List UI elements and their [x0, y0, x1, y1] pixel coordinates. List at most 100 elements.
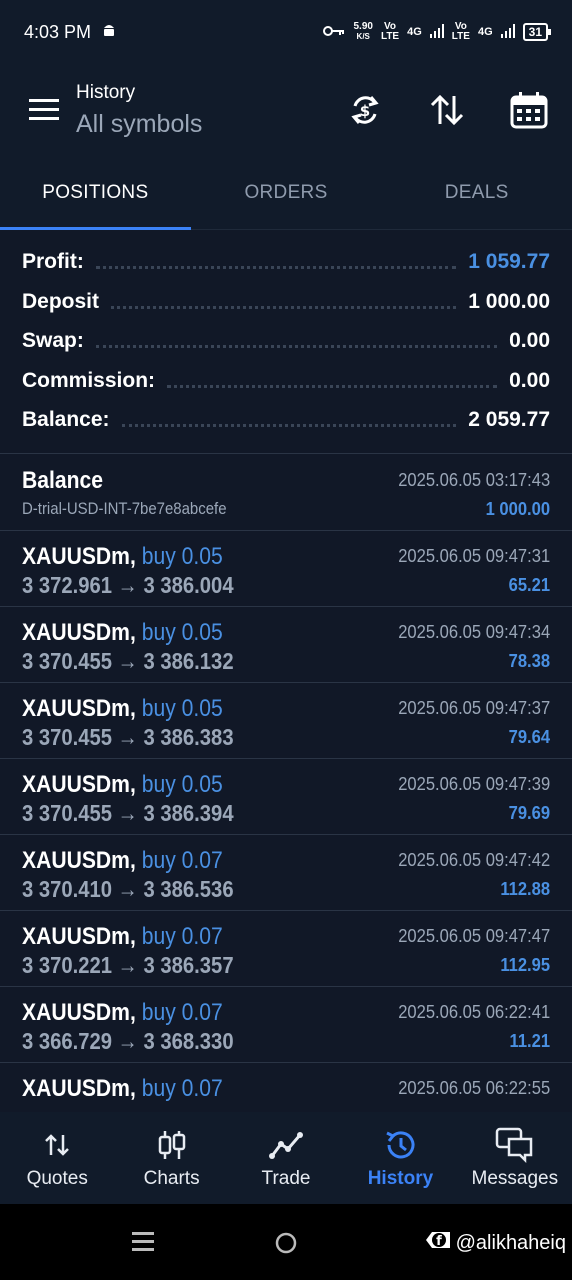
dotted-leader [95, 265, 457, 269]
tab-positions[interactable]: POSITIONS [0, 156, 191, 230]
row-symbol-line: XAUUSDm, buy 0.07 [22, 923, 223, 951]
symbol-selector[interactable]: All symbols [76, 110, 202, 139]
position-row[interactable]: XAUUSDm, buy 0.07 3 370.221 → 3 386.357 … [0, 911, 572, 987]
status-icons: 5.90 K/S Vo LTE 4G Vo LTE 4G 31 [323, 21, 552, 42]
deposit-value: 1 000.00 [468, 290, 550, 313]
row-profit: 65.21 [508, 575, 550, 595]
signal-icon [429, 23, 444, 41]
row-symbol-line: XAUUSDm, buy 0.07 [22, 999, 223, 1027]
charts-icon [157, 1126, 187, 1164]
nav-label: Trade [261, 1168, 311, 1189]
svg-text:$: $ [360, 102, 370, 120]
net-type-2: 4G [477, 26, 493, 38]
key-icon [323, 25, 345, 40]
system-navigation: f @alikhaheiq [0, 1204, 572, 1280]
commission-value: 0.00 [509, 369, 550, 392]
net-speed: 5.90 K/S [353, 21, 373, 42]
quotes-icon [43, 1126, 71, 1164]
balance-title: Balance [22, 467, 104, 494]
price-range: 3 366.729 → 3 368.330 [22, 1028, 234, 1054]
position-row[interactable]: XAUUSDm, buy 0.07 2025.06.05 06:22:55 [0, 1063, 572, 1110]
dotted-leader [167, 384, 498, 388]
row-time: 2025.06.05 09:47:34 [398, 622, 550, 642]
position-row[interactable]: XAUUSDm, buy 0.07 3 370.410 → 3 386.536 … [0, 835, 572, 911]
trade-type: buy 0.05 [141, 619, 223, 646]
row-time: 2025.06.05 09:47:39 [398, 774, 550, 794]
trade-type: buy 0.07 [141, 923, 223, 950]
bottom-navigation: Quotes Charts Trade History Messages [0, 1112, 572, 1204]
history-icon [383, 1126, 417, 1164]
row-symbol-line: XAUUSDm, buy 0.05 [22, 619, 223, 647]
row-symbol-line: XAUUSDm, buy 0.07 [22, 847, 223, 875]
dotted-leader [121, 423, 457, 427]
nav-label: Quotes [26, 1168, 88, 1189]
nav-charts[interactable]: Charts [114, 1112, 228, 1204]
position-row[interactable]: XAUUSDm, buy 0.05 3 370.455 → 3 386.383 … [0, 683, 572, 759]
recents-icon[interactable] [132, 1230, 154, 1259]
row-amount: 1 000.00 [485, 499, 550, 519]
trade-type: buy 0.05 [141, 771, 223, 798]
summary-swap-row: Swap: 0.00 [22, 321, 550, 361]
history-tabs: POSITIONS ORDERS DEALS [0, 156, 572, 230]
facebook-icon: f [424, 1228, 452, 1258]
trade-type: buy 0.07 [141, 999, 223, 1026]
status-bar: 4:03 PM 5.90 K/S Vo LTE 4G Vo LTE 4G 31 [0, 0, 572, 64]
watermark-text: @alikhaheiq [455, 1231, 566, 1254]
summary-commission-row: Commission: 0.00 [22, 361, 550, 401]
position-row[interactable]: XAUUSDm, buy 0.05 3 370.455 → 3 386.394 … [0, 759, 572, 835]
status-time: 4:03 PM [24, 21, 92, 42]
row-time: 2025.06.05 09:47:47 [398, 926, 550, 946]
position-row[interactable]: XAUUSDm, buy 0.05 3 372.961 → 3 386.004 … [0, 531, 572, 607]
position-row[interactable]: XAUUSDm, buy 0.07 3 366.729 → 3 368.330 … [0, 987, 572, 1063]
row-time: 2025.06.05 09:47:37 [398, 698, 550, 718]
swap-label: Swap: [22, 329, 84, 352]
balance-label: Balance: [22, 408, 110, 431]
menu-icon[interactable] [12, 78, 76, 142]
row-time: 2025.06.05 09:47:31 [398, 546, 550, 566]
balance-row[interactable]: Balance D-trial-USD-INT-7be7e8abcefe 202… [0, 455, 572, 531]
row-profit: 112.95 [500, 955, 550, 975]
price-range: 3 370.455 → 3 386.132 [22, 648, 234, 674]
nav-quotes[interactable]: Quotes [0, 1112, 114, 1204]
price-range: 3 370.221 → 3 386.357 [22, 952, 234, 978]
messages-icon [495, 1126, 535, 1164]
trade-type: buy 0.07 [141, 1075, 223, 1102]
symbol: XAUUSDm, [22, 999, 136, 1026]
battery-icon: 31 [522, 23, 552, 41]
position-row[interactable]: XAUUSDm, buy 0.05 3 370.455 → 3 386.132 … [0, 607, 572, 683]
calendar-icon[interactable] [504, 85, 554, 135]
tab-deals[interactable]: DEALS [381, 156, 572, 229]
summary-profit-row: Profit: 1 059.77 [22, 242, 550, 282]
header-subtitle: History [76, 81, 136, 103]
row-profit: 79.64 [508, 727, 550, 747]
sort-icon[interactable] [422, 85, 472, 135]
row-symbol-line: XAUUSDm, buy 0.05 [22, 695, 223, 723]
commission-label: Commission: [22, 369, 156, 392]
summary-panel: Profit: 1 059.77 Deposit 1 000.00 Swap: … [0, 232, 572, 454]
row-symbol-line: XAUUSDm, buy 0.05 [22, 543, 223, 571]
price-range: 3 372.961 → 3 386.004 [22, 572, 234, 598]
summary-balance-row: Balance: 2 059.77 [22, 400, 550, 440]
volte-2: Vo LTE [451, 21, 470, 42]
nav-label: Messages [471, 1168, 559, 1189]
tab-orders[interactable]: ORDERS [191, 156, 382, 229]
row-profit: 11.21 [509, 1031, 550, 1051]
price-range: 3 370.455 → 3 386.394 [22, 800, 234, 826]
home-icon[interactable] [274, 1231, 298, 1260]
price-range: 3 370.455 → 3 386.383 [22, 724, 234, 750]
nav-trade[interactable]: Trade [229, 1112, 343, 1204]
summary-deposit-row: Deposit 1 000.00 [22, 282, 550, 322]
trade-type: buy 0.07 [141, 847, 223, 874]
swap-value: 0.00 [509, 329, 550, 352]
row-profit: 112.88 [500, 879, 550, 899]
row-time: 2025.06.05 09:47:42 [398, 850, 550, 870]
deposit-label: Deposit [22, 290, 100, 313]
nav-messages[interactable]: Messages [458, 1112, 572, 1204]
nav-label: Charts [143, 1168, 200, 1189]
row-symbol-line: XAUUSDm, buy 0.05 [22, 771, 223, 799]
nav-history[interactable]: History [343, 1112, 457, 1204]
currency-sync-icon[interactable]: $ [340, 85, 390, 135]
symbol: XAUUSDm, [22, 771, 136, 798]
profit-value: 1 059.77 [468, 250, 550, 273]
balance-value: 2 059.77 [468, 408, 550, 431]
